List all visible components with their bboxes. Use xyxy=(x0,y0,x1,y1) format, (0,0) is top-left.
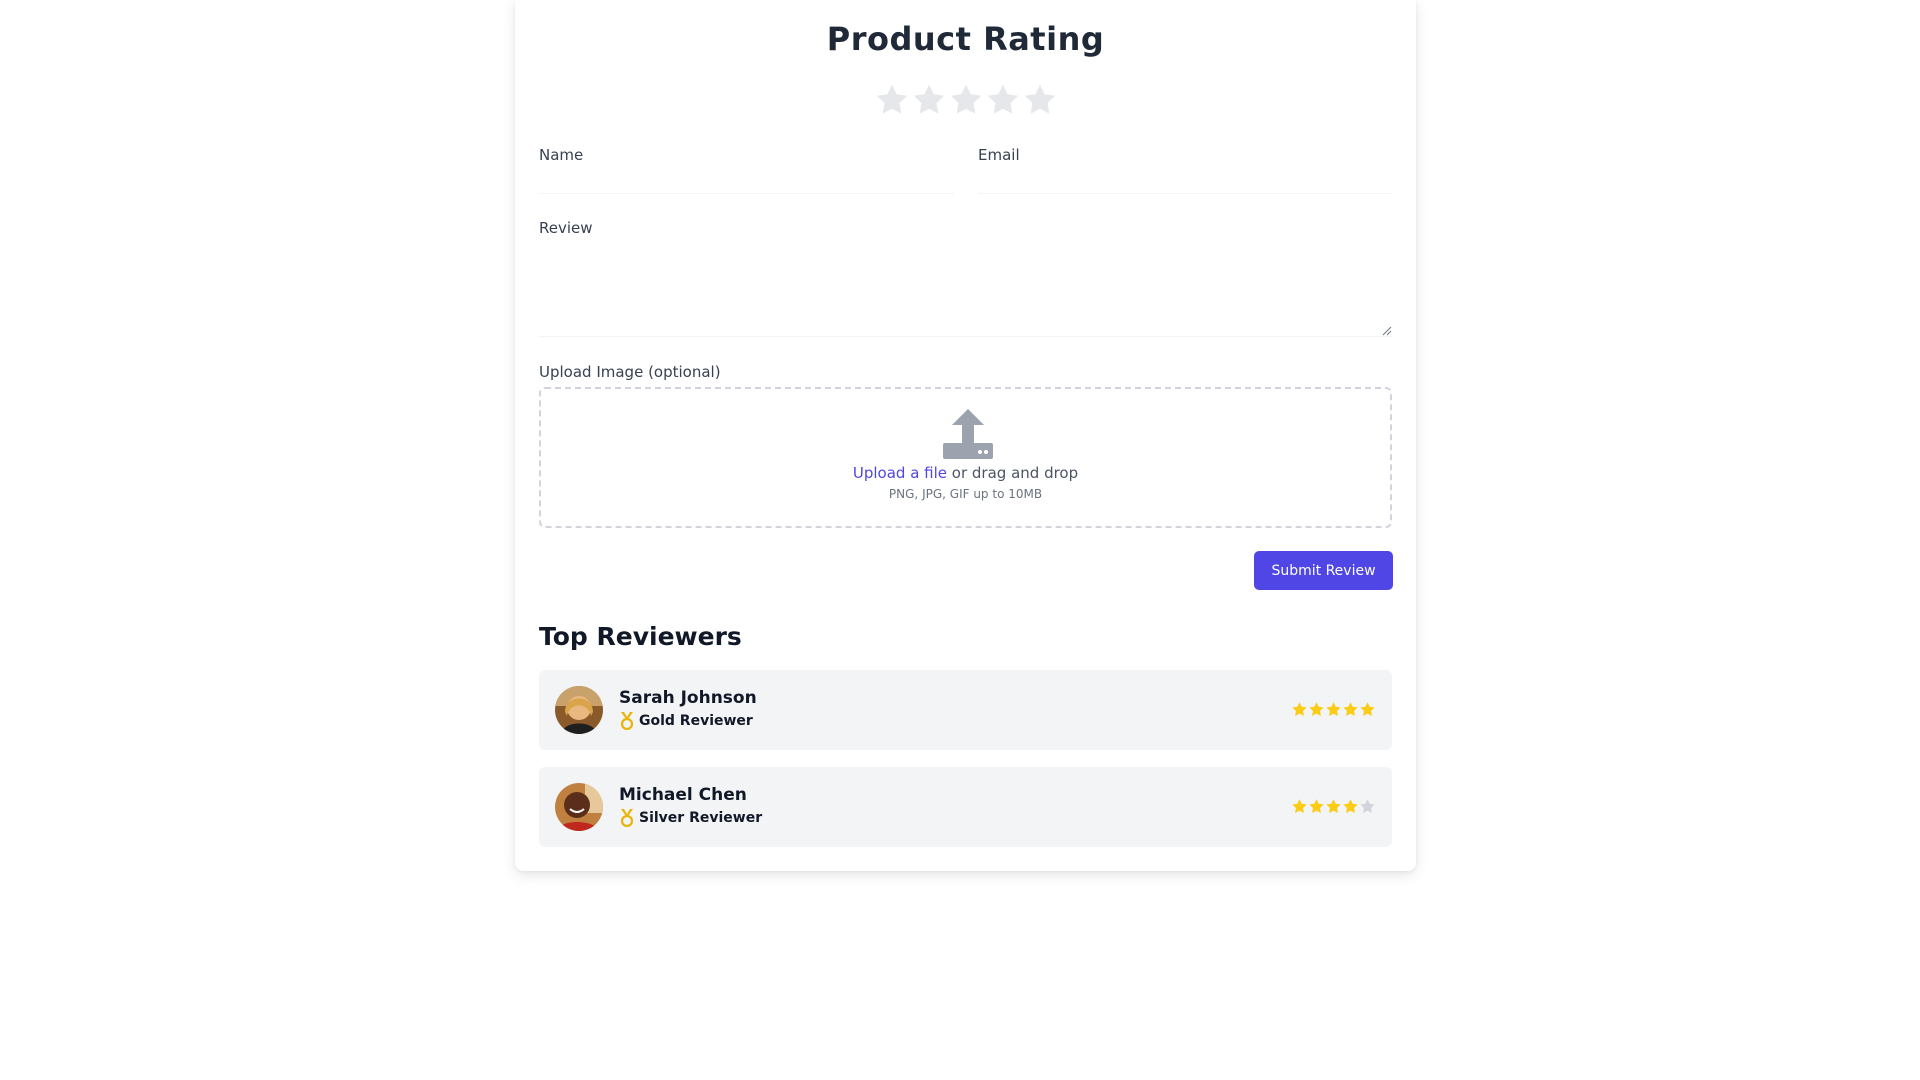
avatar xyxy=(555,686,603,734)
upload-instructions: Upload a file or drag and drop xyxy=(541,464,1390,482)
medal-icon xyxy=(620,809,634,827)
submit-review-button[interactable]: Submit Review xyxy=(1254,551,1393,590)
email-input[interactable] xyxy=(978,162,1393,194)
page-title: Product Rating xyxy=(826,20,1105,58)
star-filled-icon xyxy=(1359,701,1376,718)
star-filled-icon xyxy=(1325,798,1342,815)
resize-grip-icon[interactable] xyxy=(1382,326,1392,336)
star-filled-icon xyxy=(1291,701,1308,718)
star-filled-icon xyxy=(1308,701,1325,718)
upload-file-link[interactable]: Upload a file xyxy=(853,464,947,482)
star-rating-input[interactable] xyxy=(515,82,1416,118)
reviewer-rating xyxy=(1291,701,1376,718)
reviewer-badge-label: Gold Reviewer xyxy=(639,713,753,729)
rating-star-1-icon[interactable] xyxy=(874,82,910,118)
upload-label: Upload Image (optional) xyxy=(539,363,721,381)
star-empty-icon xyxy=(1359,798,1376,815)
star-filled-icon xyxy=(1342,701,1359,718)
rating-star-4-icon[interactable] xyxy=(985,82,1021,118)
upload-hint: PNG, JPG, GIF up to 10MB xyxy=(888,487,1043,501)
reviewer-name: Sarah Johnson xyxy=(619,688,757,708)
drag-drop-text: or drag and drop xyxy=(951,464,1079,482)
avatar xyxy=(555,783,603,831)
reviewer-card: Sarah Johnson Gold Reviewer xyxy=(539,670,1392,750)
rating-star-5-icon[interactable] xyxy=(1022,82,1058,118)
rating-star-3-icon[interactable] xyxy=(948,82,984,118)
reviewer-rating xyxy=(1291,798,1376,815)
star-filled-icon xyxy=(1291,798,1308,815)
review-card: Product Rating Name Email Review Upload … xyxy=(515,0,1416,871)
medal-icon xyxy=(620,712,634,730)
image-dropzone[interactable]: Upload a file or drag and drop PNG, JPG,… xyxy=(539,387,1392,528)
reviewer-badge: Silver Reviewer xyxy=(619,809,762,827)
top-reviewers-title: Top Reviewers xyxy=(539,622,742,651)
star-filled-icon xyxy=(1325,701,1342,718)
reviewer-card: Michael Chen Silver Reviewer xyxy=(539,767,1392,847)
rating-star-2-icon[interactable] xyxy=(911,82,947,118)
reviewer-badge: Gold Reviewer xyxy=(619,712,753,730)
review-label: Review xyxy=(539,219,593,237)
reviewer-badge-label: Silver Reviewer xyxy=(639,810,763,826)
reviewer-name: Michael Chen xyxy=(619,785,747,805)
review-textarea[interactable] xyxy=(539,240,1392,337)
star-filled-icon xyxy=(1308,798,1325,815)
star-filled-icon xyxy=(1342,798,1359,815)
name-input[interactable] xyxy=(539,162,954,194)
upload-icon xyxy=(943,409,993,459)
